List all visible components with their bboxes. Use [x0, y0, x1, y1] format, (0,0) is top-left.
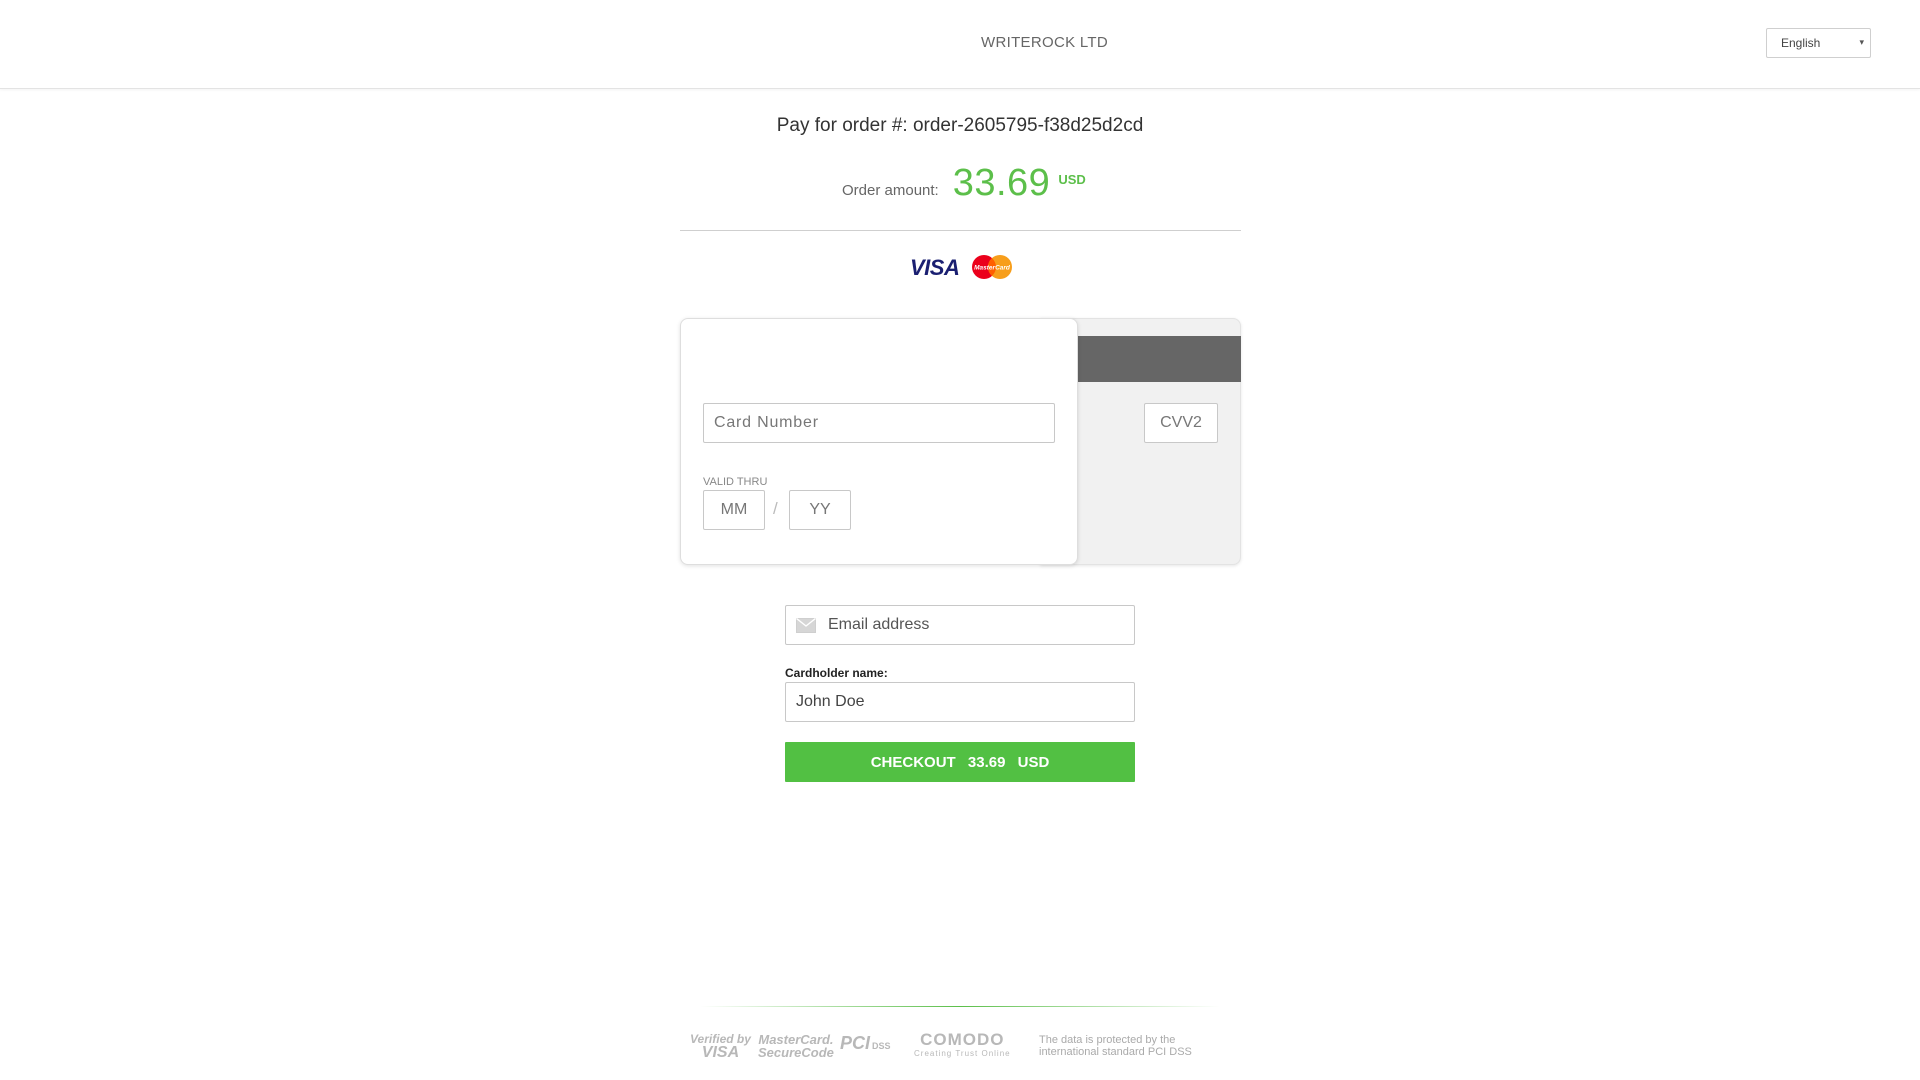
order-amount-row: Order amount: 33.69 USD: [842, 162, 1086, 204]
language-select[interactable]: English ▾: [1766, 28, 1871, 58]
expiry-year-input[interactable]: [789, 490, 851, 530]
order-amount-currency: USD: [1058, 172, 1086, 187]
merchant-name: WRITEROCK LTD: [981, 34, 1108, 51]
visa-logo-icon: VISA: [910, 255, 960, 280]
email-field[interactable]: [785, 605, 1135, 645]
top-bar: WRITEROCK LTD English ▾: [0, 0, 1920, 89]
mastercard-securecode-icon: MasterCard. SecureCode: [758, 1032, 834, 1060]
order-amount-value: 33.69: [952, 162, 1051, 204]
expiry-separator: /: [773, 499, 778, 518]
checkout-label: CHECKOUT: [870, 754, 956, 771]
checkout-button[interactable]: CHECKOUT 33.69 USD: [785, 742, 1135, 782]
mastercard-logo-icon: MasterCard: [972, 255, 1012, 279]
card-magnetic-stripe: [1077, 336, 1241, 382]
card-number-input[interactable]: [703, 403, 1055, 443]
envelope-icon: [796, 618, 816, 633]
language-selected-value: English: [1781, 36, 1821, 50]
order-amount-label: Order amount:: [842, 182, 939, 199]
cvv-input[interactable]: [1144, 403, 1218, 443]
checkout-currency: USD: [1017, 754, 1050, 771]
expiry-month-input[interactable]: [703, 490, 765, 530]
mastercard-logo-text: MasterCard: [974, 265, 1011, 272]
footer-divider: [700, 1006, 1220, 1007]
email-input[interactable]: [826, 606, 1131, 644]
chevron-down-icon: ▾: [1859, 37, 1864, 47]
verified-by-visa-icon: Verified by VISA: [690, 1032, 751, 1061]
pci-dss-icon: PCI DSS: [840, 1033, 891, 1053]
comodo-icon: COMODO Creating Trust Online: [914, 1030, 1011, 1058]
checkout-amount: 33.69: [967, 754, 1006, 771]
cardholder-label: Cardholder name:: [785, 666, 888, 680]
valid-thru-label: VALID THRU: [703, 476, 768, 488]
security-note: The data is protected by the internation…: [1039, 1034, 1192, 1058]
cardholder-name-input[interactable]: [785, 682, 1135, 722]
divider: [680, 230, 1241, 231]
order-title: Pay for order #: order-2605795-f38d25d2c…: [776, 115, 1144, 136]
